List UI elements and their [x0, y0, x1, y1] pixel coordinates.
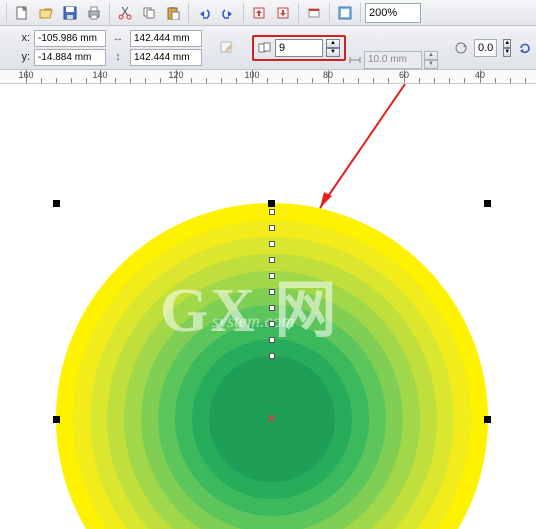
selection-handle-tl[interactable]	[53, 200, 60, 207]
path-node[interactable]	[269, 305, 275, 311]
path-node[interactable]	[269, 273, 275, 279]
undo-button[interactable]	[193, 2, 215, 24]
blend-steps-highlight: 9 ▲ ▼	[252, 35, 346, 61]
rotation-icon	[454, 41, 468, 55]
print-button[interactable]	[83, 2, 105, 24]
new-doc-button[interactable]	[11, 2, 33, 24]
extent-up[interactable]: ▲	[424, 51, 438, 60]
export-button[interactable]	[272, 2, 294, 24]
height-input[interactable]: 142.444 mm	[130, 49, 202, 66]
width-icon: ↔	[110, 32, 126, 44]
selection-handle-tc[interactable]	[268, 200, 275, 207]
height-icon: ↕	[110, 51, 126, 63]
extent-spinner[interactable]: ▲ ▼	[424, 51, 438, 69]
zoom-value: 200%	[369, 7, 397, 19]
angle-down[interactable]: ▼	[503, 48, 511, 57]
y-input[interactable]: -14.884 mm	[34, 49, 106, 66]
angle-up[interactable]: ▲	[503, 39, 511, 48]
open-button[interactable]	[35, 2, 57, 24]
path-node[interactable]	[269, 321, 275, 327]
save-button[interactable]	[59, 2, 81, 24]
steps-down[interactable]: ▼	[326, 48, 340, 57]
redo-button[interactable]	[217, 2, 239, 24]
zoom-input[interactable]: 200%	[365, 3, 421, 23]
steps-up[interactable]: ▲	[326, 39, 340, 48]
path-node[interactable]	[269, 225, 275, 231]
import-button[interactable]	[248, 2, 270, 24]
width-input[interactable]: 142.444 mm	[130, 30, 202, 47]
horizontal-ruler: 160140120100806040	[0, 70, 536, 84]
fullscreen-button[interactable]	[334, 2, 356, 24]
selection-handle-tr[interactable]	[484, 200, 491, 207]
selection-handle-mr[interactable]	[484, 416, 491, 423]
copy-button[interactable]	[138, 2, 160, 24]
cut-button[interactable]	[114, 2, 136, 24]
app-launch-button[interactable]	[303, 2, 325, 24]
path-node[interactable]	[269, 337, 275, 343]
paste-button[interactable]	[162, 2, 184, 24]
extent-input: 10.0 mm	[364, 51, 422, 69]
selection-handle-ml[interactable]	[53, 416, 60, 423]
x-label: x:	[16, 32, 30, 44]
blend-direction-button[interactable]	[218, 37, 236, 59]
property-bar: x: -105.986 mm ↔ 142.444 mm y: -14.884 m…	[0, 26, 536, 70]
drawing-canvas[interactable]: GX 网 system.com ×	[0, 84, 536, 529]
path-node[interactable]	[269, 257, 275, 263]
angle-input[interactable]: 0.0	[474, 39, 497, 57]
y-label: y:	[16, 51, 30, 63]
extent-down[interactable]: ▼	[424, 60, 438, 69]
extent-icon	[348, 53, 362, 67]
path-node[interactable]	[269, 209, 275, 215]
path-node[interactable]	[269, 241, 275, 247]
path-node[interactable]	[269, 289, 275, 295]
x-input[interactable]: -105.986 mm	[34, 30, 106, 47]
center-marker: ×	[267, 410, 275, 426]
blend-steps-input[interactable]: 9	[275, 39, 323, 57]
main-toolbar: 200%	[0, 0, 536, 26]
steps-icon	[258, 41, 272, 55]
steps-spinner[interactable]: ▲ ▼	[326, 39, 340, 57]
coord-grid: x: -105.986 mm ↔ 142.444 mm y: -14.884 m…	[16, 30, 202, 66]
loop-blend-button[interactable]	[517, 37, 533, 59]
angle-spinner[interactable]: ▲ ▼	[503, 39, 511, 57]
path-node[interactable]	[269, 353, 275, 359]
